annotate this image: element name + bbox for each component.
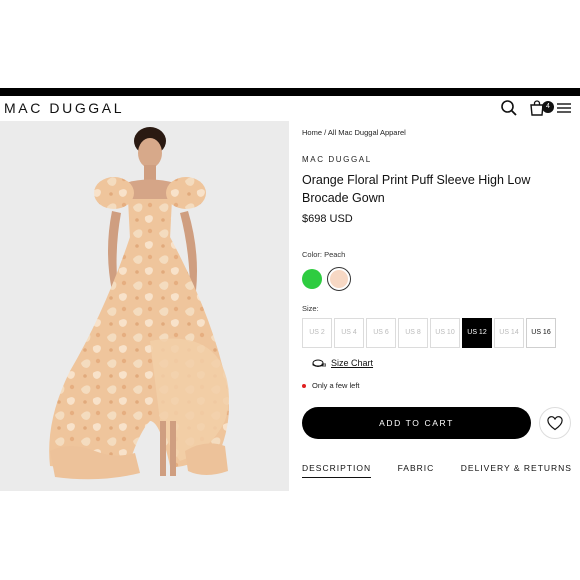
size-option-selected[interactable]: US 12: [462, 318, 492, 348]
add-to-cart-button[interactable]: ADD TO CART: [302, 407, 531, 439]
size-chart-label[interactable]: Size Chart: [331, 358, 373, 368]
size-chart-link[interactable]: Size Chart: [312, 358, 373, 368]
tab-delivery-returns[interactable]: DELIVERY & RETURNS: [461, 463, 572, 478]
announcement-bar: [0, 88, 580, 96]
size-selector: US 2 US 4 US 6 US 8 US 10 US 12 US 14 US…: [302, 318, 556, 348]
cart-count-badge: 4: [542, 101, 554, 113]
size-option[interactable]: US 16: [526, 318, 556, 348]
tab-description[interactable]: DESCRIPTION: [302, 463, 372, 478]
description-text-cutoff: [302, 487, 552, 491]
size-option[interactable]: US 4: [334, 318, 364, 348]
product-tabs: DESCRIPTION FABRIC DELIVERY & RETURNS: [302, 463, 572, 478]
product-title: Orange Floral Print Puff Sleeve High Low…: [302, 173, 531, 205]
tape-measure-icon: [312, 359, 326, 367]
heart-icon: [547, 415, 563, 430]
size-option[interactable]: US 10: [430, 318, 460, 348]
wishlist-button[interactable]: [539, 407, 571, 439]
product-price: $698 USD: [302, 213, 353, 225]
size-option[interactable]: US 2: [302, 318, 332, 348]
size-label: Size:: [302, 304, 319, 313]
breadcrumb[interactable]: Home / All Mac Duggal Apparel: [302, 128, 406, 137]
product-image[interactable]: [0, 121, 289, 491]
search-icon[interactable]: [500, 99, 518, 117]
stock-indicator-dot: [302, 383, 306, 388]
stock-text: Only a few left: [312, 381, 360, 390]
brand-logo[interactable]: MAC DUGGAL: [4, 100, 124, 116]
color-label: Color: Peach: [302, 250, 346, 259]
menu-icon[interactable]: [555, 99, 573, 117]
color-swatch-green[interactable]: [302, 269, 322, 289]
tab-fabric[interactable]: FABRIC: [398, 463, 435, 478]
size-option[interactable]: US 14: [494, 318, 524, 348]
site-header: MAC DUGGAL 4: [0, 96, 580, 120]
size-option[interactable]: US 8: [398, 318, 428, 348]
stock-status: Only a few left: [302, 381, 360, 390]
product-brand: MAC DUGGAL: [302, 155, 372, 164]
size-option[interactable]: US 6: [366, 318, 396, 348]
gown-model-image: [0, 121, 289, 491]
color-swatch-peach[interactable]: [330, 270, 348, 288]
